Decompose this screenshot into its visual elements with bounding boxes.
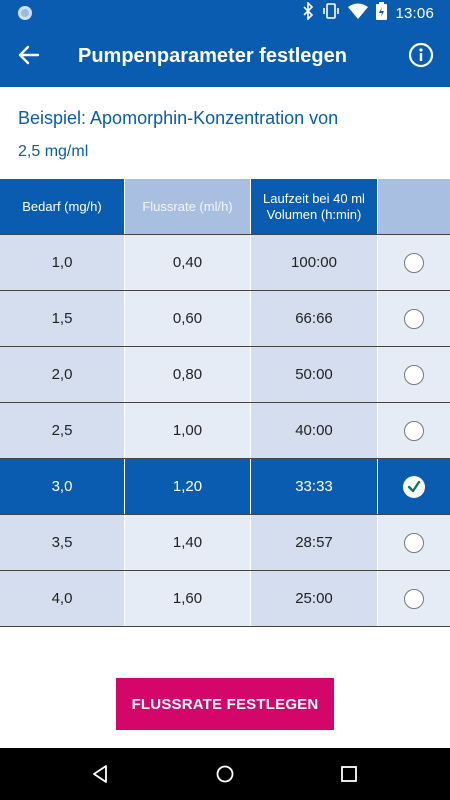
info-icon [408, 42, 434, 73]
status-bar: 13:06 [0, 0, 450, 26]
cell-laufzeit: 28:57 [251, 515, 378, 570]
table-row[interactable]: 2,5 1,00 40:00 [0, 403, 450, 459]
concentration-value: 2,5 mg/ml [18, 143, 89, 160]
bluetooth-icon [302, 0, 314, 25]
info-button[interactable] [406, 42, 436, 72]
pump-parameter-table: Bedarf (mg/h) Flussrate (ml/h) Laufzeit … [0, 179, 450, 627]
cell-selection [378, 459, 450, 514]
header-flussrate: Flussrate (ml/h) [125, 179, 251, 234]
cell-bedarf: 3,5 [0, 515, 125, 570]
system-nav-bar [0, 748, 450, 800]
page-title: Pumpenparameter festlegen [78, 45, 347, 67]
app-bar: Pumpenparameter festlegen [0, 26, 450, 87]
battery-charging-icon [376, 1, 388, 25]
app-notification-icon [16, 4, 34, 22]
cell-bedarf: 1,0 [0, 235, 125, 290]
cell-laufzeit: 100:00 [251, 235, 378, 290]
table-row[interactable]: 3,5 1,40 28:57 [0, 515, 450, 571]
cell-bedarf: 2,5 [0, 403, 125, 458]
radio-button[interactable] [404, 532, 424, 553]
radio-button[interactable] [404, 364, 424, 385]
radio-button[interactable] [404, 252, 424, 273]
table-row[interactable]: 1,0 0,40 100:00 [0, 235, 450, 291]
header-laufzeit: Laufzeit bei 40 ml Volumen (h:min) [251, 179, 378, 234]
cell-selection [378, 347, 450, 402]
cell-selection [378, 515, 450, 570]
cell-laufzeit: 50:00 [251, 347, 378, 402]
header-bedarf: Bedarf (mg/h) [0, 179, 125, 234]
cell-selection [378, 571, 450, 626]
cell-flussrate: 1,00 [125, 403, 251, 458]
cell-flussrate: 1,60 [125, 571, 251, 626]
example-heading: Beispiel: Apomorphin-Konzentration von [18, 108, 339, 128]
nav-recents-icon[interactable] [340, 765, 358, 783]
cell-selection [378, 403, 450, 458]
cell-laufzeit: 33:33 [251, 459, 378, 514]
cell-selection [378, 291, 450, 346]
table-row[interactable]: 3,0 1,20 33:33 [0, 459, 450, 515]
status-time: 13:06 [395, 4, 434, 22]
table-row[interactable]: 4,0 1,60 25:00 [0, 571, 450, 627]
nav-back-icon[interactable] [90, 764, 110, 784]
back-button[interactable] [14, 42, 44, 72]
nav-home-icon[interactable] [215, 764, 235, 784]
table-row[interactable]: 2,0 0,80 50:00 [0, 347, 450, 403]
header-selection [378, 179, 450, 234]
radio-checked-icon[interactable] [403, 475, 425, 498]
cell-flussrate: 1,20 [125, 459, 251, 514]
cell-flussrate: 0,80 [125, 347, 251, 402]
cell-laufzeit: 25:00 [251, 571, 378, 626]
cell-selection [378, 235, 450, 290]
back-arrow-icon [18, 44, 40, 71]
radio-button[interactable] [404, 420, 424, 441]
set-flow-rate-button[interactable]: FLUSSRATE FESTLEGEN [116, 678, 334, 730]
table-body: 1,0 0,40 100:00 1,5 0,60 66:66 2,0 0,80 50:00 2,5… [0, 235, 450, 627]
cell-flussrate: 1,40 [125, 515, 251, 570]
vibrate-icon [322, 2, 340, 25]
cell-flussrate: 0,40 [125, 235, 251, 290]
cell-flussrate: 0,60 [125, 291, 251, 346]
cell-bedarf: 2,0 [0, 347, 125, 402]
cell-laufzeit: 66:66 [251, 291, 378, 346]
table-row[interactable]: 1,5 0,60 66:66 [0, 291, 450, 347]
cell-bedarf: 3,0 [0, 459, 125, 514]
radio-button[interactable] [404, 308, 424, 329]
radio-button[interactable] [404, 588, 424, 609]
cell-bedarf: 4,0 [0, 571, 125, 626]
table-header: Bedarf (mg/h) Flussrate (ml/h) Laufzeit … [0, 179, 450, 235]
cell-laufzeit: 40:00 [251, 403, 378, 458]
wifi-icon [348, 3, 369, 24]
cell-bedarf: 1,5 [0, 291, 125, 346]
